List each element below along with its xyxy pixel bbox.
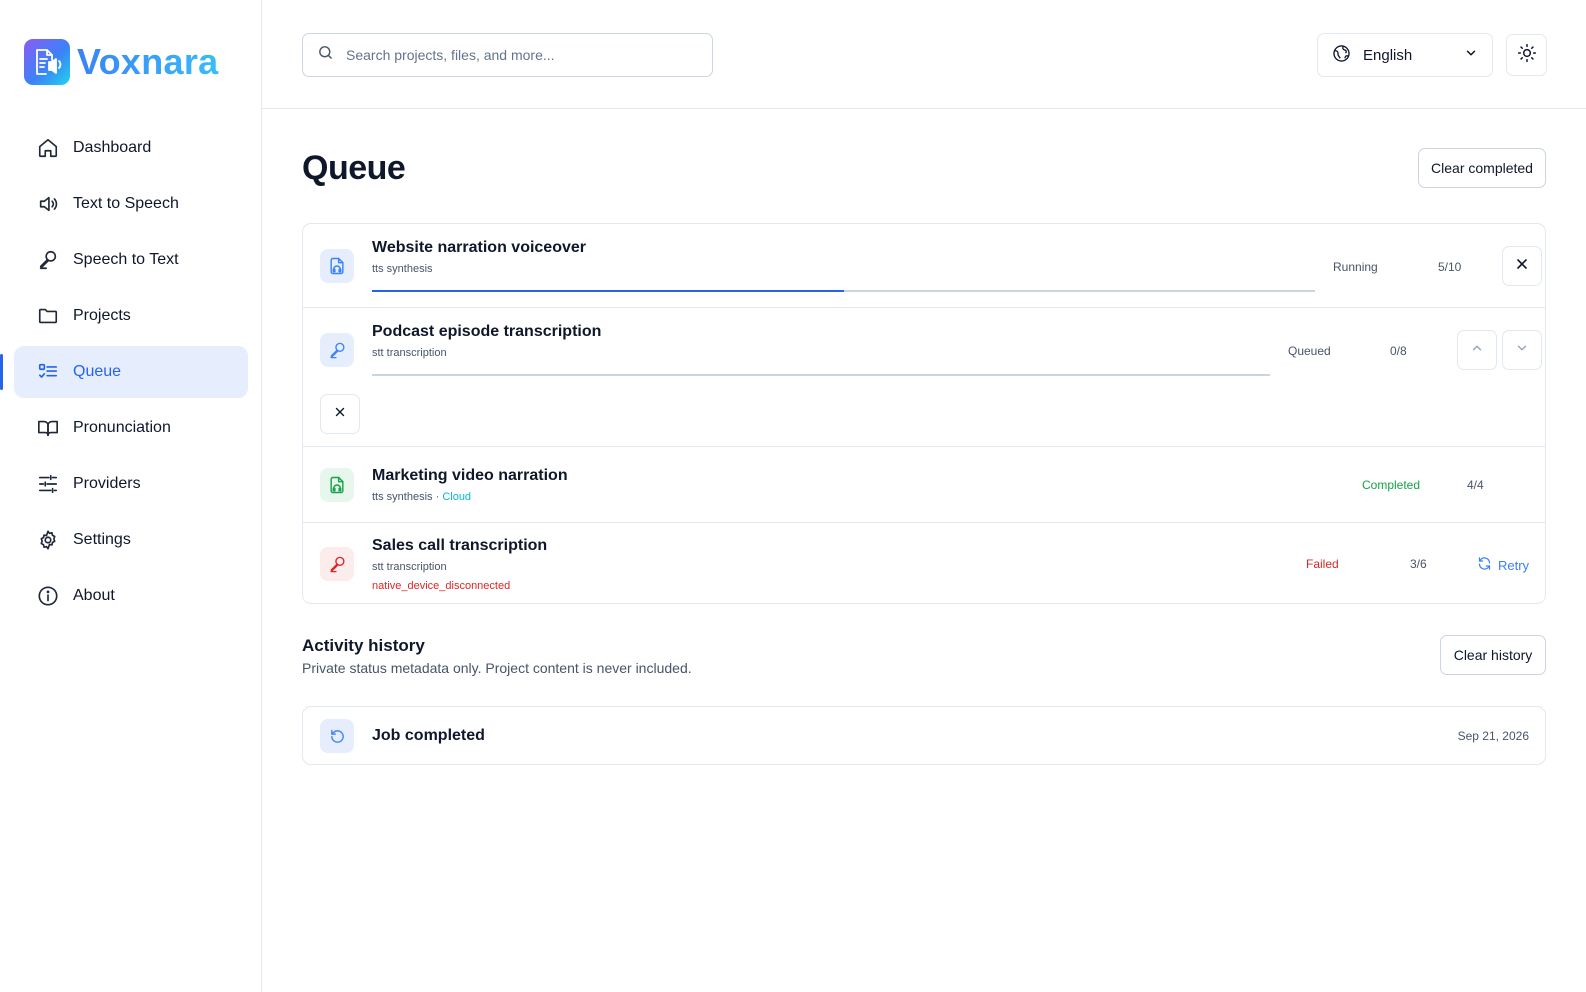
sidebar-item-label: Pronunciation — [73, 419, 171, 436]
job-status: Completed — [1362, 478, 1421, 492]
history-icon — [320, 719, 354, 753]
close-icon — [333, 405, 347, 424]
language-value: English — [1363, 46, 1413, 64]
job-type: tts synthesis — [372, 263, 433, 275]
job-title: Sales call transcription — [372, 537, 548, 554]
history-title: Activity history — [302, 636, 425, 655]
history-item: Job completed Sep 21, 2026 — [302, 706, 1546, 765]
job-title: Marketing video narration — [372, 467, 568, 484]
queue-row: Podcast episode transcription stt transc… — [303, 308, 1545, 447]
cloud-badge: Cloud — [442, 491, 472, 503]
sidebar: Voxnara Dashboard Text to Speech Speech … — [0, 0, 262, 992]
sidebar-item-providers[interactable]: Providers — [14, 458, 248, 510]
sidebar-item-label: Dashboard — [73, 139, 152, 156]
job-count: 3/6 — [1410, 557, 1427, 571]
job-title: Website narration voiceover — [372, 239, 586, 256]
app-name: Voxnara — [77, 41, 219, 82]
job-count: 0/8 — [1390, 344, 1407, 358]
tts-file-icon — [320, 468, 354, 502]
language-select[interactable]: English — [1317, 33, 1493, 77]
sidebar-item-speech-to-text[interactable]: Speech to Text — [14, 234, 248, 286]
logo-icon — [24, 39, 70, 85]
list-icon — [37, 361, 59, 383]
stt-microphone-icon — [320, 547, 354, 581]
chevron-down-icon — [1464, 46, 1478, 64]
job-status: Running — [1333, 260, 1378, 274]
sidebar-item-projects[interactable]: Projects — [14, 290, 248, 342]
speaker-icon — [37, 193, 59, 215]
sliders-icon — [37, 473, 59, 495]
job-count: 5/10 — [1438, 260, 1462, 274]
app-logo[interactable]: Voxnara — [24, 39, 219, 85]
gear-icon — [37, 529, 59, 551]
chevron-up-icon — [1470, 341, 1484, 360]
queue-row: Website narration voiceover tts synthesi… — [303, 224, 1545, 308]
search-input[interactable] — [346, 47, 686, 63]
chevron-down-icon — [1515, 341, 1529, 360]
sidebar-item-about[interactable]: About — [14, 570, 248, 622]
job-type-label: tts synthesis — [372, 491, 433, 503]
sidebar-item-pronunciation[interactable]: Pronunciation — [14, 402, 248, 454]
job-count: 4/4 — [1467, 478, 1484, 492]
sidebar-item-dashboard[interactable]: Dashboard — [14, 122, 248, 174]
job-title: Podcast episode transcription — [372, 323, 602, 340]
refresh-icon — [1477, 556, 1492, 574]
home-icon — [37, 137, 59, 159]
book-icon — [37, 417, 59, 439]
cancel-job-button[interactable] — [1502, 246, 1542, 286]
info-icon — [37, 585, 59, 607]
job-type: stt transcription — [372, 561, 447, 573]
job-progress-bar — [372, 374, 1270, 376]
sidebar-item-label: Text to Speech — [73, 195, 179, 212]
sidebar-nav: Dashboard Text to Speech Speech to Text … — [0, 122, 248, 626]
clear-history-button[interactable]: Clear history — [1440, 635, 1546, 675]
topbar: English — [262, 0, 1586, 109]
queue-list: Website narration voiceover tts synthesi… — [302, 223, 1546, 604]
sidebar-item-label: Settings — [73, 531, 131, 548]
job-status: Queued — [1288, 344, 1331, 358]
sidebar-item-queue[interactable]: Queue — [0, 346, 248, 398]
retry-label: Retry — [1498, 557, 1530, 573]
move-up-button[interactable] — [1457, 330, 1497, 370]
clear-completed-button[interactable]: Clear completed — [1418, 148, 1546, 188]
close-icon — [1514, 256, 1530, 277]
retry-button[interactable]: Retry — [1477, 556, 1529, 574]
history-item-date: Sep 21, 2026 — [1457, 729, 1529, 743]
job-type: tts synthesis · Cloud — [372, 491, 471, 503]
queue-row: Marketing video narration tts synthesis … — [303, 447, 1545, 523]
sidebar-item-label: Speech to Text — [73, 251, 179, 268]
globe-icon — [1332, 44, 1351, 67]
stt-microphone-icon — [320, 333, 354, 367]
sidebar-item-label: Providers — [73, 475, 141, 492]
sidebar-item-label: Queue — [73, 363, 122, 380]
theme-toggle-button[interactable] — [1506, 34, 1547, 76]
search-icon — [317, 44, 334, 66]
sidebar-item-label: About — [73, 587, 115, 604]
microphone-icon — [37, 249, 59, 271]
history-subtitle: Private status metadata only. Project co… — [302, 660, 692, 676]
job-type: stt transcription — [372, 347, 447, 359]
page-title: Queue — [302, 149, 406, 187]
job-status: Failed — [1306, 557, 1339, 571]
sidebar-item-label: Projects — [73, 307, 131, 324]
sun-icon — [1517, 43, 1537, 68]
sidebar-item-settings[interactable]: Settings — [14, 514, 248, 566]
job-error: native_device_disconnected — [372, 580, 511, 592]
move-down-button[interactable] — [1502, 330, 1542, 370]
job-progress-bar — [372, 290, 1315, 292]
history-item-title: Job completed — [372, 727, 485, 744]
search-box[interactable] — [302, 33, 713, 77]
folder-icon — [37, 305, 59, 327]
queue-row: Sales call transcription stt transcripti… — [303, 523, 1545, 603]
tts-file-icon — [320, 249, 354, 283]
job-progress-fill — [372, 290, 844, 292]
sidebar-item-text-to-speech[interactable]: Text to Speech — [14, 178, 248, 230]
cancel-job-button[interactable] — [320, 394, 360, 434]
job-type-separator: · — [432, 491, 443, 503]
